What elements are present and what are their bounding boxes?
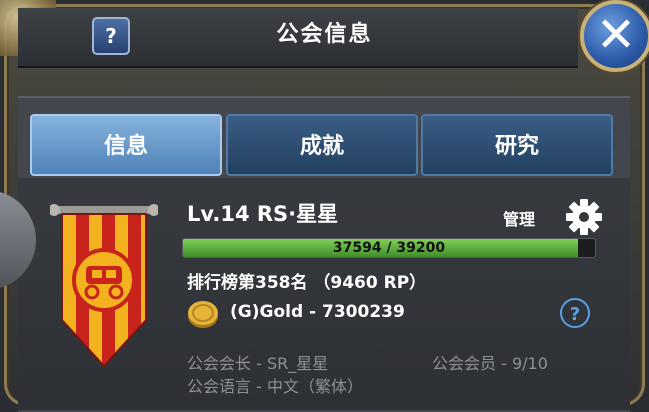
tab-research[interactable]: 研究 (421, 114, 613, 176)
close-button[interactable]: ✕ (580, 0, 649, 72)
leaderboard-rank: 排行榜第358名 （9460 RP） (187, 273, 427, 293)
guild-gold: (G)Gold - 7300239 (230, 302, 405, 322)
guild-leader: 公会会长 - SR_星星 (187, 354, 329, 373)
guild-emblem-banner (48, 200, 160, 370)
gear-icon (566, 199, 602, 235)
manage-label[interactable]: 管理 (503, 206, 535, 230)
settings-button[interactable] (565, 198, 603, 236)
close-icon: ✕ (595, 7, 637, 63)
help-icon: ? (105, 24, 117, 48)
carriage-banner-icon (48, 204, 160, 368)
guild-exp-bar: 37594 / 39200 (182, 238, 596, 258)
guild-language: 公会语言 - 中文（繁体） (187, 377, 363, 396)
tab-info[interactable]: 信息 (30, 114, 222, 176)
gold-coin-icon (186, 298, 220, 330)
guild-members: 公会会员 - 9/10 (432, 354, 548, 373)
help-button[interactable]: ? (92, 17, 130, 55)
help-icon: ? (569, 304, 581, 325)
gold-help-button[interactable]: ? (560, 298, 590, 328)
tab-achievements[interactable]: 成就 (226, 114, 418, 176)
guild-level-name: Lv.14 RS·星星 (187, 202, 339, 226)
guild-exp-text: 37594 / 39200 (332, 240, 446, 256)
